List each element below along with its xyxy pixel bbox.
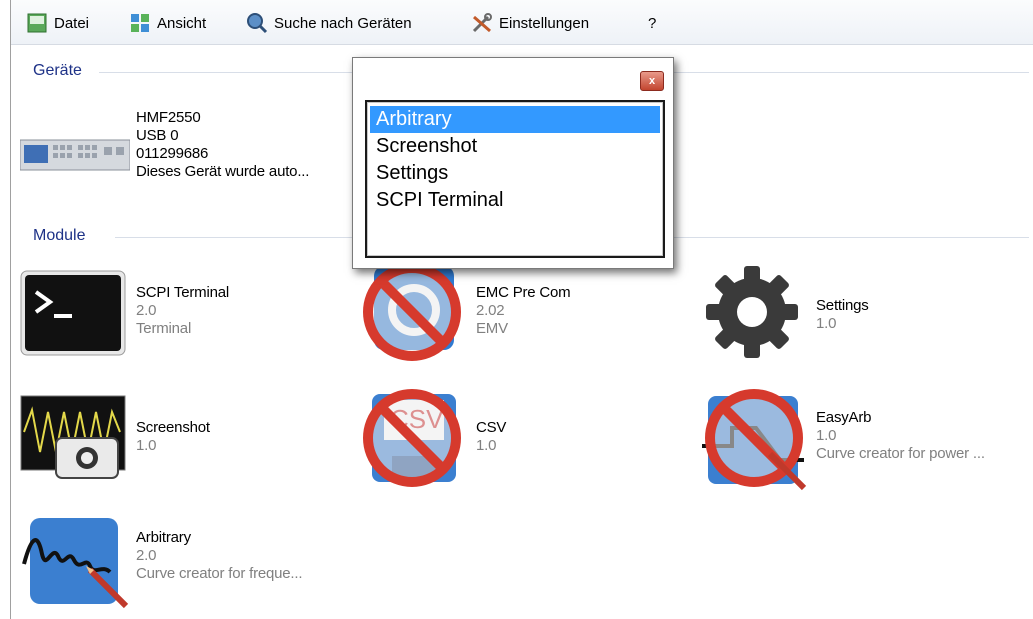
menu-datei[interactable]: Datei <box>26 10 89 36</box>
document-icon <box>26 12 48 34</box>
device-serial: 011299686 <box>136 145 209 162</box>
module-screenshot[interactable]: Screenshot 1.0 <box>136 419 210 455</box>
module-csv[interactable]: CSV 1.0 <box>476 419 506 455</box>
close-icon: x <box>648 75 656 87</box>
module-name: Settings <box>816 297 869 314</box>
screenshot-icon[interactable] <box>20 392 126 482</box>
tools-icon <box>471 12 493 34</box>
module-emc-pre-com[interactable]: EMC Pre Com 2.02 EMV <box>476 284 571 338</box>
module-desc: EMV <box>476 320 508 337</box>
list-item[interactable]: Settings <box>370 160 660 187</box>
csv-icon[interactable]: CSV <box>360 386 466 492</box>
module-arbitrary[interactable]: Arbitrary 2.0 Curve creator for freque..… <box>136 529 303 583</box>
module-settings[interactable]: Settings 1.0 <box>816 297 869 333</box>
module-desc: Terminal <box>136 320 192 337</box>
device-info[interactable]: HMF2550 USB 0 011299686 Dieses Gerät wur… <box>136 109 309 181</box>
module-name: SCPI Terminal <box>136 284 229 301</box>
view-grid-icon <box>129 12 151 34</box>
arbitrary-icon[interactable] <box>20 514 130 610</box>
menu-bar: Datei Ansicht Suche nach Geräten Einstel… <box>11 0 1033 45</box>
module-list[interactable]: Arbitrary Screenshot Settings SCPI Termi… <box>365 100 665 258</box>
search-icon <box>246 12 268 34</box>
device-model: HMF2550 <box>136 109 201 126</box>
menu-ansicht[interactable]: Ansicht <box>129 10 206 36</box>
module-version: 2.02 <box>476 302 505 319</box>
module-scpi-terminal[interactable]: SCPI Terminal 2.0 Terminal <box>136 284 229 338</box>
menu-suche-label: Suche nach Geräten <box>274 14 412 32</box>
list-item[interactable]: Arbitrary <box>370 106 660 133</box>
easyarb-icon[interactable] <box>700 384 810 494</box>
list-item[interactable]: SCPI Terminal <box>370 187 660 214</box>
section-modules-title: Module <box>33 227 86 244</box>
menu-einstellungen[interactable]: Einstellungen <box>471 10 589 36</box>
module-easyarb[interactable]: EasyArb 1.0 Curve creator for power ... <box>816 409 985 463</box>
module-chooser-dialog: x Arbitrary Screenshot Settings SCPI Ter… <box>352 57 674 269</box>
menu-ansicht-label: Ansicht <box>157 14 207 32</box>
module-name: Arbitrary <box>136 529 191 546</box>
module-version: 1.0 <box>816 427 837 444</box>
emc-icon[interactable] <box>360 258 466 364</box>
window-border <box>10 0 11 619</box>
module-version: 2.0 <box>136 302 157 319</box>
gear-icon[interactable] <box>702 262 802 362</box>
terminal-icon[interactable] <box>20 270 126 356</box>
device-image[interactable] <box>19 138 131 172</box>
menu-einstellungen-label: Einstellungen <box>499 14 590 32</box>
module-name: EMC Pre Com <box>476 284 571 301</box>
menu-help[interactable]: ? <box>648 10 656 36</box>
module-name: EasyArb <box>816 409 872 426</box>
module-desc: Curve creator for power ... <box>816 445 985 462</box>
module-desc: Curve creator for freque... <box>136 565 303 582</box>
device-note: Dieses Gerät wurde auto... <box>136 163 310 180</box>
module-name: CSV <box>476 419 507 436</box>
menu-datei-label: Datei <box>54 14 90 32</box>
menu-help-label: ? <box>648 14 657 32</box>
module-version: 1.0 <box>816 315 837 332</box>
close-button[interactable]: x <box>640 71 664 91</box>
device-port: USB 0 <box>136 127 179 144</box>
module-version: 2.0 <box>136 547 157 564</box>
menu-suche[interactable]: Suche nach Geräten <box>246 10 412 36</box>
module-name: Screenshot <box>136 419 210 436</box>
section-devices-title: Geräte <box>33 62 82 79</box>
module-version: 1.0 <box>136 437 157 454</box>
module-version: 1.0 <box>476 437 497 454</box>
list-item[interactable]: Screenshot <box>370 133 660 160</box>
